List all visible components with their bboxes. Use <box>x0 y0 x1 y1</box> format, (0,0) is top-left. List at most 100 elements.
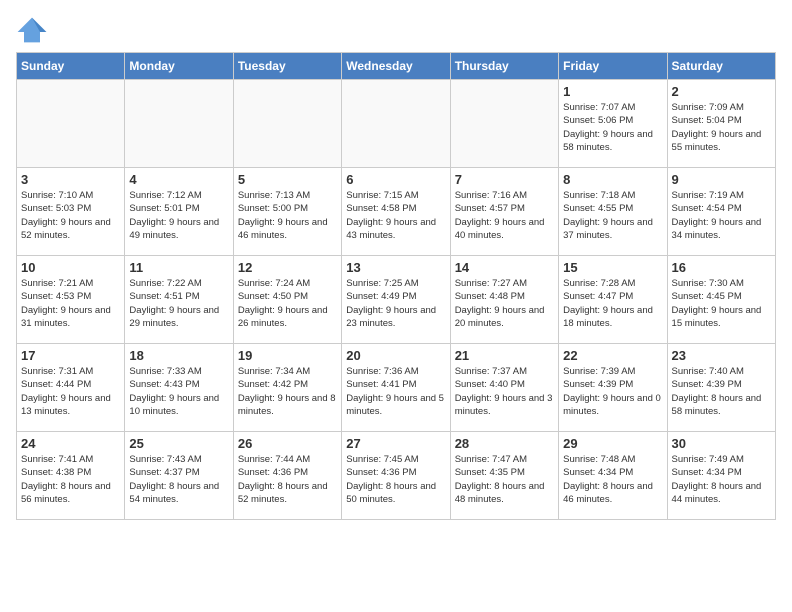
calendar-header-row: SundayMondayTuesdayWednesdayThursdayFrid… <box>17 53 776 80</box>
calendar-header-thursday: Thursday <box>450 53 558 80</box>
day-info: Sunrise: 7:48 AM Sunset: 4:34 PM Dayligh… <box>563 453 662 506</box>
calendar-header-friday: Friday <box>559 53 667 80</box>
day-number: 7 <box>455 172 554 187</box>
day-info: Sunrise: 7:25 AM Sunset: 4:49 PM Dayligh… <box>346 277 445 330</box>
calendar-cell: 8Sunrise: 7:18 AM Sunset: 4:55 PM Daylig… <box>559 168 667 256</box>
day-number: 11 <box>129 260 228 275</box>
day-info: Sunrise: 7:24 AM Sunset: 4:50 PM Dayligh… <box>238 277 337 330</box>
day-info: Sunrise: 7:47 AM Sunset: 4:35 PM Dayligh… <box>455 453 554 506</box>
day-number: 10 <box>21 260 120 275</box>
day-info: Sunrise: 7:07 AM Sunset: 5:06 PM Dayligh… <box>563 101 662 154</box>
day-info: Sunrise: 7:33 AM Sunset: 4:43 PM Dayligh… <box>129 365 228 418</box>
calendar-cell: 23 Sunrise: 7:40 AM Sunset: 4:39 PM Dayli… <box>667 344 775 432</box>
day-info: Sunrise: 7:09 AM Sunset: 5:04 PM Dayligh… <box>672 101 771 154</box>
calendar-cell: 25 Sunrise: 7:43 AM Sunset: 4:37 PM Dayli… <box>125 432 233 520</box>
day-number: 13 <box>346 260 445 275</box>
day-number: 22 <box>563 348 662 363</box>
day-number: 6 <box>346 172 445 187</box>
day-info: Sunrise: 7:28 AM Sunset: 4:47 PM Dayligh… <box>563 277 662 330</box>
day-info: Sunrise: 7:30 AM Sunset: 4:45 PM Dayligh… <box>672 277 771 330</box>
day-info: Sunrise: 7:37 AM Sunset: 4:40 PM Dayligh… <box>455 365 554 418</box>
calendar-cell: 3 Sunrise: 7:10 AM Sunset: 5:03 PM Daylig… <box>17 168 125 256</box>
day-number: 3 <box>21 172 120 187</box>
day-info: Sunrise: 7:22 AM Sunset: 4:51 PM Dayligh… <box>129 277 228 330</box>
day-info: Sunrise: 7:18 AM Sunset: 4:55 PM Dayligh… <box>563 189 662 242</box>
day-number: 17 <box>21 348 120 363</box>
day-info: Sunrise: 7:16 AM Sunset: 4:57 PM Dayligh… <box>455 189 554 242</box>
calendar-header-wednesday: Wednesday <box>342 53 450 80</box>
calendar-cell: 13 Sunrise: 7:25 AM Sunset: 4:49 PM Dayli… <box>342 256 450 344</box>
logo-icon <box>16 16 48 44</box>
calendar-week-2: 10 Sunrise: 7:21 AM Sunset: 4:53 PM Dayli… <box>17 256 776 344</box>
calendar-week-4: 24Sunrise: 7:41 AM Sunset: 4:38 PM Dayli… <box>17 432 776 520</box>
calendar-cell: 20 Sunrise: 7:36 AM Sunset: 4:41 PM Dayli… <box>342 344 450 432</box>
day-number: 2 <box>672 84 771 99</box>
day-info: Sunrise: 7:45 AM Sunset: 4:36 PM Dayligh… <box>346 453 445 506</box>
day-info: Sunrise: 7:10 AM Sunset: 5:03 PM Dayligh… <box>21 189 120 242</box>
day-number: 16 <box>672 260 771 275</box>
day-info: Sunrise: 7:34 AM Sunset: 4:42 PM Dayligh… <box>238 365 337 418</box>
day-info: Sunrise: 7:31 AM Sunset: 4:44 PM Dayligh… <box>21 365 120 418</box>
calendar-cell <box>17 80 125 168</box>
calendar-cell: 4 Sunrise: 7:12 AM Sunset: 5:01 PM Daylig… <box>125 168 233 256</box>
day-info: Sunrise: 7:19 AM Sunset: 4:54 PM Dayligh… <box>672 189 771 242</box>
calendar-header-tuesday: Tuesday <box>233 53 341 80</box>
day-number: 27 <box>346 436 445 451</box>
calendar-header-saturday: Saturday <box>667 53 775 80</box>
calendar-cell: 17 Sunrise: 7:31 AM Sunset: 4:44 PM Dayli… <box>17 344 125 432</box>
calendar-header-monday: Monday <box>125 53 233 80</box>
day-number: 4 <box>129 172 228 187</box>
day-number: 12 <box>238 260 337 275</box>
day-number: 1 <box>563 84 662 99</box>
page-header <box>16 16 776 44</box>
day-info: Sunrise: 7:21 AM Sunset: 4:53 PM Dayligh… <box>21 277 120 330</box>
calendar-cell: 30 Sunrise: 7:49 AM Sunset: 4:34 PM Dayli… <box>667 432 775 520</box>
day-number: 15 <box>563 260 662 275</box>
calendar-cell <box>450 80 558 168</box>
day-number: 29 <box>563 436 662 451</box>
calendar-cell: 29 Sunrise: 7:48 AM Sunset: 4:34 PM Dayli… <box>559 432 667 520</box>
day-info: Sunrise: 7:40 AM Sunset: 4:39 PM Dayligh… <box>672 365 771 418</box>
day-info: Sunrise: 7:27 AM Sunset: 4:48 PM Dayligh… <box>455 277 554 330</box>
day-info: Sunrise: 7:39 AM Sunset: 4:39 PM Dayligh… <box>563 365 662 418</box>
calendar-cell: 27 Sunrise: 7:45 AM Sunset: 4:36 PM Dayli… <box>342 432 450 520</box>
day-info: Sunrise: 7:43 AM Sunset: 4:37 PM Dayligh… <box>129 453 228 506</box>
calendar-cell: 7 Sunrise: 7:16 AM Sunset: 4:57 PM Daylig… <box>450 168 558 256</box>
calendar-cell: 14 Sunrise: 7:27 AM Sunset: 4:48 PM Dayli… <box>450 256 558 344</box>
day-info: Sunrise: 7:44 AM Sunset: 4:36 PM Dayligh… <box>238 453 337 506</box>
day-number: 23 <box>672 348 771 363</box>
calendar-week-1: 3 Sunrise: 7:10 AM Sunset: 5:03 PM Daylig… <box>17 168 776 256</box>
day-number: 14 <box>455 260 554 275</box>
calendar-cell: 12 Sunrise: 7:24 AM Sunset: 4:50 PM Dayli… <box>233 256 341 344</box>
calendar-cell: 28 Sunrise: 7:47 AM Sunset: 4:35 PM Dayli… <box>450 432 558 520</box>
calendar-cell: 18Sunrise: 7:33 AM Sunset: 4:43 PM Dayli… <box>125 344 233 432</box>
calendar-cell: 6 Sunrise: 7:15 AM Sunset: 4:58 PM Daylig… <box>342 168 450 256</box>
day-number: 21 <box>455 348 554 363</box>
calendar-week-0: 1 Sunrise: 7:07 AM Sunset: 5:06 PM Daylig… <box>17 80 776 168</box>
calendar-cell: 26 Sunrise: 7:44 AM Sunset: 4:36 PM Dayli… <box>233 432 341 520</box>
calendar-week-3: 17 Sunrise: 7:31 AM Sunset: 4:44 PM Dayli… <box>17 344 776 432</box>
day-info: Sunrise: 7:15 AM Sunset: 4:58 PM Dayligh… <box>346 189 445 242</box>
day-info: Sunrise: 7:12 AM Sunset: 5:01 PM Dayligh… <box>129 189 228 242</box>
calendar-cell <box>342 80 450 168</box>
calendar-cell <box>233 80 341 168</box>
calendar-cell: 21 Sunrise: 7:37 AM Sunset: 4:40 PM Dayli… <box>450 344 558 432</box>
day-info: Sunrise: 7:49 AM Sunset: 4:34 PM Dayligh… <box>672 453 771 506</box>
day-number: 20 <box>346 348 445 363</box>
calendar-cell: 9Sunrise: 7:19 AM Sunset: 4:54 PM Daylig… <box>667 168 775 256</box>
calendar-header-sunday: Sunday <box>17 53 125 80</box>
day-number: 19 <box>238 348 337 363</box>
calendar-cell <box>125 80 233 168</box>
logo <box>16 16 52 44</box>
day-number: 26 <box>238 436 337 451</box>
day-number: 30 <box>672 436 771 451</box>
calendar-cell: 24Sunrise: 7:41 AM Sunset: 4:38 PM Dayli… <box>17 432 125 520</box>
calendar-cell: 2 Sunrise: 7:09 AM Sunset: 5:04 PM Daylig… <box>667 80 775 168</box>
calendar-table: SundayMondayTuesdayWednesdayThursdayFrid… <box>16 52 776 520</box>
day-info: Sunrise: 7:36 AM Sunset: 4:41 PM Dayligh… <box>346 365 445 418</box>
calendar-cell: 11 Sunrise: 7:22 AM Sunset: 4:51 PM Dayli… <box>125 256 233 344</box>
calendar-cell: 15 Sunrise: 7:28 AM Sunset: 4:47 PM Dayli… <box>559 256 667 344</box>
day-number: 25 <box>129 436 228 451</box>
calendar-cell: 19 Sunrise: 7:34 AM Sunset: 4:42 PM Dayli… <box>233 344 341 432</box>
day-number: 28 <box>455 436 554 451</box>
